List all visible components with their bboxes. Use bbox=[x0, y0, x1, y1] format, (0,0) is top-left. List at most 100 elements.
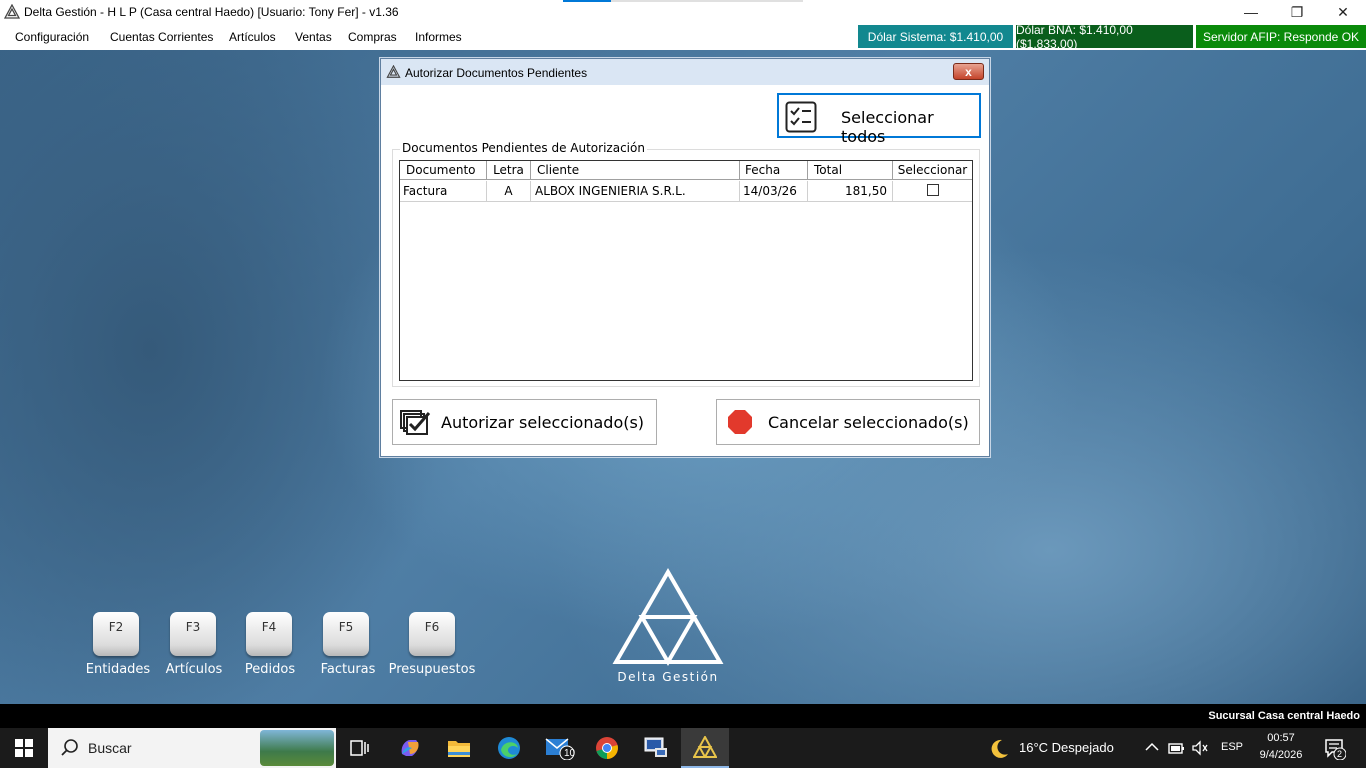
delta-gestion-logo-icon bbox=[612, 568, 724, 666]
network-app-icon bbox=[644, 737, 667, 757]
branch-status-bar: Sucursal Casa central Haedo bbox=[0, 704, 1366, 728]
dolar-sistema-status: Dólar Sistema: $1.410,00 bbox=[858, 25, 1013, 48]
f2-key-icon[interactable]: F2 bbox=[91, 612, 141, 658]
cell-seleccionar bbox=[893, 181, 972, 201]
delta-gestion-icon bbox=[693, 736, 717, 758]
taskbar: Buscar 10 16°C Despejado ESP 00:57 9/4/2… bbox=[0, 728, 1366, 768]
branch-name: Sucursal Casa central Haedo bbox=[1208, 710, 1360, 722]
copilot-icon bbox=[401, 740, 419, 756]
f3-key-text: F3 bbox=[185, 620, 201, 634]
column-header-documento[interactable]: Documento bbox=[400, 161, 487, 179]
menu-cuentas-corrientes[interactable]: Cuentas Corrientes bbox=[110, 30, 213, 44]
search-highlight-image[interactable] bbox=[260, 730, 334, 766]
delta-gestion-logo-text: Delta Gestión bbox=[617, 670, 719, 684]
key-cap bbox=[323, 612, 369, 656]
f5-key-icon[interactable]: F5 bbox=[321, 612, 371, 658]
checklist-icon bbox=[785, 101, 817, 133]
row-select-checkbox[interactable] bbox=[926, 184, 939, 196]
minimize-button[interactable]: — bbox=[1228, 0, 1274, 24]
edge-button[interactable] bbox=[485, 728, 533, 768]
windows-start-button[interactable] bbox=[0, 728, 48, 768]
pending-documents-table: Documento Letra Cliente Fecha Total Sele… bbox=[399, 160, 973, 381]
cancel-selected-button[interactable]: Cancelar seleccionado(s) bbox=[716, 399, 980, 445]
notification-count: 2 bbox=[1337, 749, 1343, 759]
taskbar-search-box[interactable]: Buscar bbox=[48, 728, 336, 768]
f3-key-icon[interactable]: F3 bbox=[168, 612, 218, 658]
battery-icon[interactable] bbox=[1168, 740, 1186, 756]
servidor-afip-status: Servidor AFIP: Responde OK bbox=[1196, 25, 1366, 48]
clock-time[interactable]: 00:57 bbox=[1252, 732, 1310, 744]
key-cap bbox=[170, 612, 216, 656]
notification-icon[interactable] bbox=[1324, 738, 1346, 760]
stop-sign-icon bbox=[728, 410, 752, 434]
shortcut-label-presupuestos[interactable]: Presupuestos bbox=[384, 662, 480, 677]
cell-fecha: 14/03/26 bbox=[740, 181, 808, 201]
mail-badge: 10 bbox=[564, 748, 576, 759]
windows-start-icon bbox=[15, 739, 33, 757]
column-header-fecha[interactable]: Fecha bbox=[740, 161, 808, 179]
authorize-selected-button[interactable]: Autorizar seleccionado(s) bbox=[392, 399, 657, 445]
chevron-up-icon[interactable] bbox=[1145, 742, 1159, 752]
clock-date[interactable]: 9/4/2026 bbox=[1252, 749, 1310, 761]
column-header-letra[interactable]: Letra bbox=[487, 161, 531, 179]
cell-letra: A bbox=[487, 181, 531, 201]
f4-key-text: F4 bbox=[261, 620, 277, 634]
shortcut-label-articulos[interactable]: Artículos bbox=[158, 662, 230, 677]
table-row[interactable]: Factura A ALBOX INGENIERIA S.R.L. 14/03/… bbox=[400, 181, 972, 202]
chrome-button[interactable] bbox=[583, 728, 631, 768]
moon-icon bbox=[991, 739, 1008, 758]
titlebar-accent-track bbox=[611, 0, 803, 2]
shortcut-label-pedidos[interactable]: Pedidos bbox=[236, 662, 304, 677]
copilot-button[interactable] bbox=[386, 728, 434, 768]
key-cap bbox=[409, 612, 455, 656]
cell-total: 181,50 bbox=[808, 181, 893, 201]
shortcut-label-facturas[interactable]: Facturas bbox=[313, 662, 383, 677]
search-placeholder: Buscar bbox=[88, 740, 132, 756]
edge-icon bbox=[498, 737, 520, 759]
speaker-icon[interactable] bbox=[1191, 740, 1209, 756]
chrome-icon bbox=[596, 737, 618, 759]
dialog-close-button[interactable]: x bbox=[953, 63, 984, 80]
file-explorer-icon bbox=[448, 741, 470, 757]
close-button[interactable]: ✕ bbox=[1320, 0, 1366, 24]
menu-compras[interactable]: Compras bbox=[348, 30, 397, 44]
authorize-documents-dialog: Autorizar Documentos Pendientes x Selecc… bbox=[380, 58, 990, 457]
network-app-button[interactable] bbox=[632, 728, 680, 768]
titlebar-accent bbox=[563, 0, 611, 2]
task-view-button[interactable] bbox=[336, 728, 384, 768]
delta-logo-icon bbox=[386, 65, 401, 78]
search-icon bbox=[61, 739, 78, 756]
f6-key-icon[interactable]: F6 bbox=[407, 612, 457, 658]
menu-articulos[interactable]: Artículos bbox=[229, 30, 276, 44]
f6-key-text: F6 bbox=[424, 620, 440, 634]
f4-key-icon[interactable]: F4 bbox=[244, 612, 294, 658]
column-header-total[interactable]: Total bbox=[808, 161, 893, 179]
file-explorer-button[interactable] bbox=[435, 728, 483, 768]
dialog-titlebar: Autorizar Documentos Pendientes x bbox=[381, 59, 989, 85]
weather-text[interactable]: 16°C Despejado bbox=[1019, 740, 1114, 755]
pending-documents-group-label: Documentos Pendientes de Autorización bbox=[400, 141, 647, 155]
key-cap bbox=[93, 612, 139, 656]
dialog-title: Autorizar Documentos Pendientes bbox=[405, 66, 588, 80]
language-indicator[interactable]: ESP bbox=[1221, 741, 1243, 753]
table-header: Documento Letra Cliente Fecha Total Sele… bbox=[400, 161, 972, 180]
restore-button[interactable]: ❐ bbox=[1274, 0, 1320, 24]
menu-informes[interactable]: Informes bbox=[415, 30, 462, 44]
menu-ventas[interactable]: Ventas bbox=[295, 30, 332, 44]
select-all-label: Seleccionar todos bbox=[841, 108, 934, 146]
shortcut-label-entidades[interactable]: Entidades bbox=[80, 662, 156, 677]
authorize-selected-label: Autorizar seleccionado(s) bbox=[441, 413, 645, 432]
column-header-seleccionar[interactable]: Seleccionar bbox=[893, 161, 972, 179]
column-header-cliente[interactable]: Cliente bbox=[531, 161, 740, 179]
window-title: Delta Gestión - H L P (Casa central Haed… bbox=[24, 5, 399, 19]
delta-gestion-taskbar-button[interactable] bbox=[681, 728, 729, 768]
delta-logo-icon bbox=[4, 4, 20, 19]
cell-cliente: ALBOX INGENIERIA S.R.L. bbox=[531, 181, 740, 201]
cancel-selected-label: Cancelar seleccionado(s) bbox=[768, 413, 969, 432]
task-view-icon bbox=[350, 740, 369, 756]
key-cap bbox=[246, 612, 292, 656]
dolar-bna-status: Dólar BNA: $1.410,00 ($1.833,00) bbox=[1016, 23, 1193, 51]
menu-configuracion[interactable]: Configuración bbox=[15, 30, 89, 44]
select-all-button[interactable]: Seleccionar todos bbox=[777, 93, 981, 146]
mail-button[interactable]: 10 bbox=[536, 728, 584, 768]
